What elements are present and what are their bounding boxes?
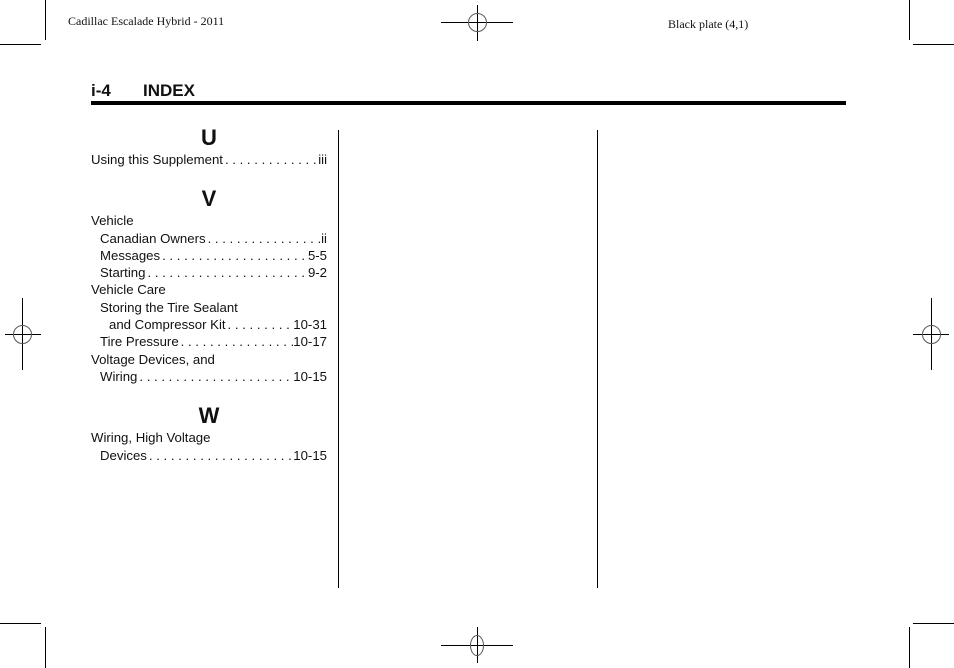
entry-page-reference[interactable]: 10-15 [293,447,327,464]
dot-leader [147,447,293,464]
entry-text: Storing the Tire Sealant [100,299,238,315]
crop-mark-bottom-right-horizontal [913,623,954,624]
entry-text: Wiring [100,368,138,384]
index-entry[interactable]: Messages 5-5 [91,247,327,264]
entry-page-reference[interactable]: 10-17 [293,333,327,350]
entry-page-reference[interactable]: 10-31 [293,316,327,333]
index-entry: Voltage Devices, and [91,351,327,368]
section-letter: U [201,125,217,150]
column-divider-2 [597,130,598,588]
entry-page-reference[interactable]: 5-5 [308,247,327,264]
entry-text: Vehicle Care [91,282,166,298]
crop-mark-top-left-horizontal [0,44,41,45]
dot-leader [179,333,294,350]
dot-leader [226,316,294,333]
index-entry: Storing the Tire Sealant [91,299,327,316]
section-letter: W [198,403,220,429]
entry-text: Messages [100,247,161,263]
dot-leader [206,230,322,247]
crop-mark-top-right-horizontal [913,44,954,45]
entry-text: Wiring, High Voltage [91,430,211,446]
entry-text: Tire Pressure [100,334,179,350]
crop-mark-bottom-left-horizontal [0,623,41,624]
page-number: i-4 [91,81,111,100]
index-entry[interactable]: Wiring 10-15 [91,368,327,385]
entry-text: Voltage Devices, and [91,351,215,367]
crop-mark-bottom-left-vertical [45,627,46,668]
slug-left: Cadillac Escalade Hybrid - 2011 [68,14,225,28]
slug-right: Black plate (4,1) [668,17,749,31]
crop-mark-top-right-vertical [909,0,910,40]
index-entry[interactable]: Tire Pressure 10-17 [91,333,327,350]
page-header: i-4 INDEX [91,81,195,101]
dot-leader [145,264,307,281]
index-column: U Using this Supplement iii V VehicleCanadia… [91,125,327,464]
index-entry[interactable]: Devices 10-15 [91,447,327,464]
entry-text: Starting [100,265,146,281]
entry-text: Vehicle [91,213,134,229]
crop-mark-bottom-right-vertical [909,627,910,668]
page-title: INDEX [143,81,195,100]
entry-page-reference[interactable]: 10-15 [293,368,327,385]
index-entry[interactable]: Using this Supplement iii [91,151,327,168]
entry-text: Devices [100,447,147,463]
entry-page-reference[interactable]: iii [318,151,327,168]
crop-mark-top-left-vertical [45,0,46,40]
entry-text: and Compressor Kit [109,317,226,333]
entry-text: Canadian Owners [100,230,206,246]
dot-leader [160,247,308,264]
index-entry[interactable]: Canadian Owners ii [91,230,327,247]
dot-leader [223,151,318,168]
entry-page-reference[interactable]: 9-2 [308,264,327,281]
index-entry: Vehicle [91,212,327,229]
entry-page-reference[interactable]: ii [321,230,327,247]
index-entry[interactable]: and Compressor Kit 10-31 [91,316,327,333]
section-letter: V [201,186,217,212]
column-divider-1 [338,130,339,588]
header-rule [91,101,846,105]
index-entry: Vehicle Care [91,281,327,298]
index-entry[interactable]: Starting 9-2 [91,264,327,281]
entry-text: Using this Supplement [91,152,223,167]
dot-leader [137,368,293,385]
index-entry: Wiring, High Voltage [91,429,327,446]
